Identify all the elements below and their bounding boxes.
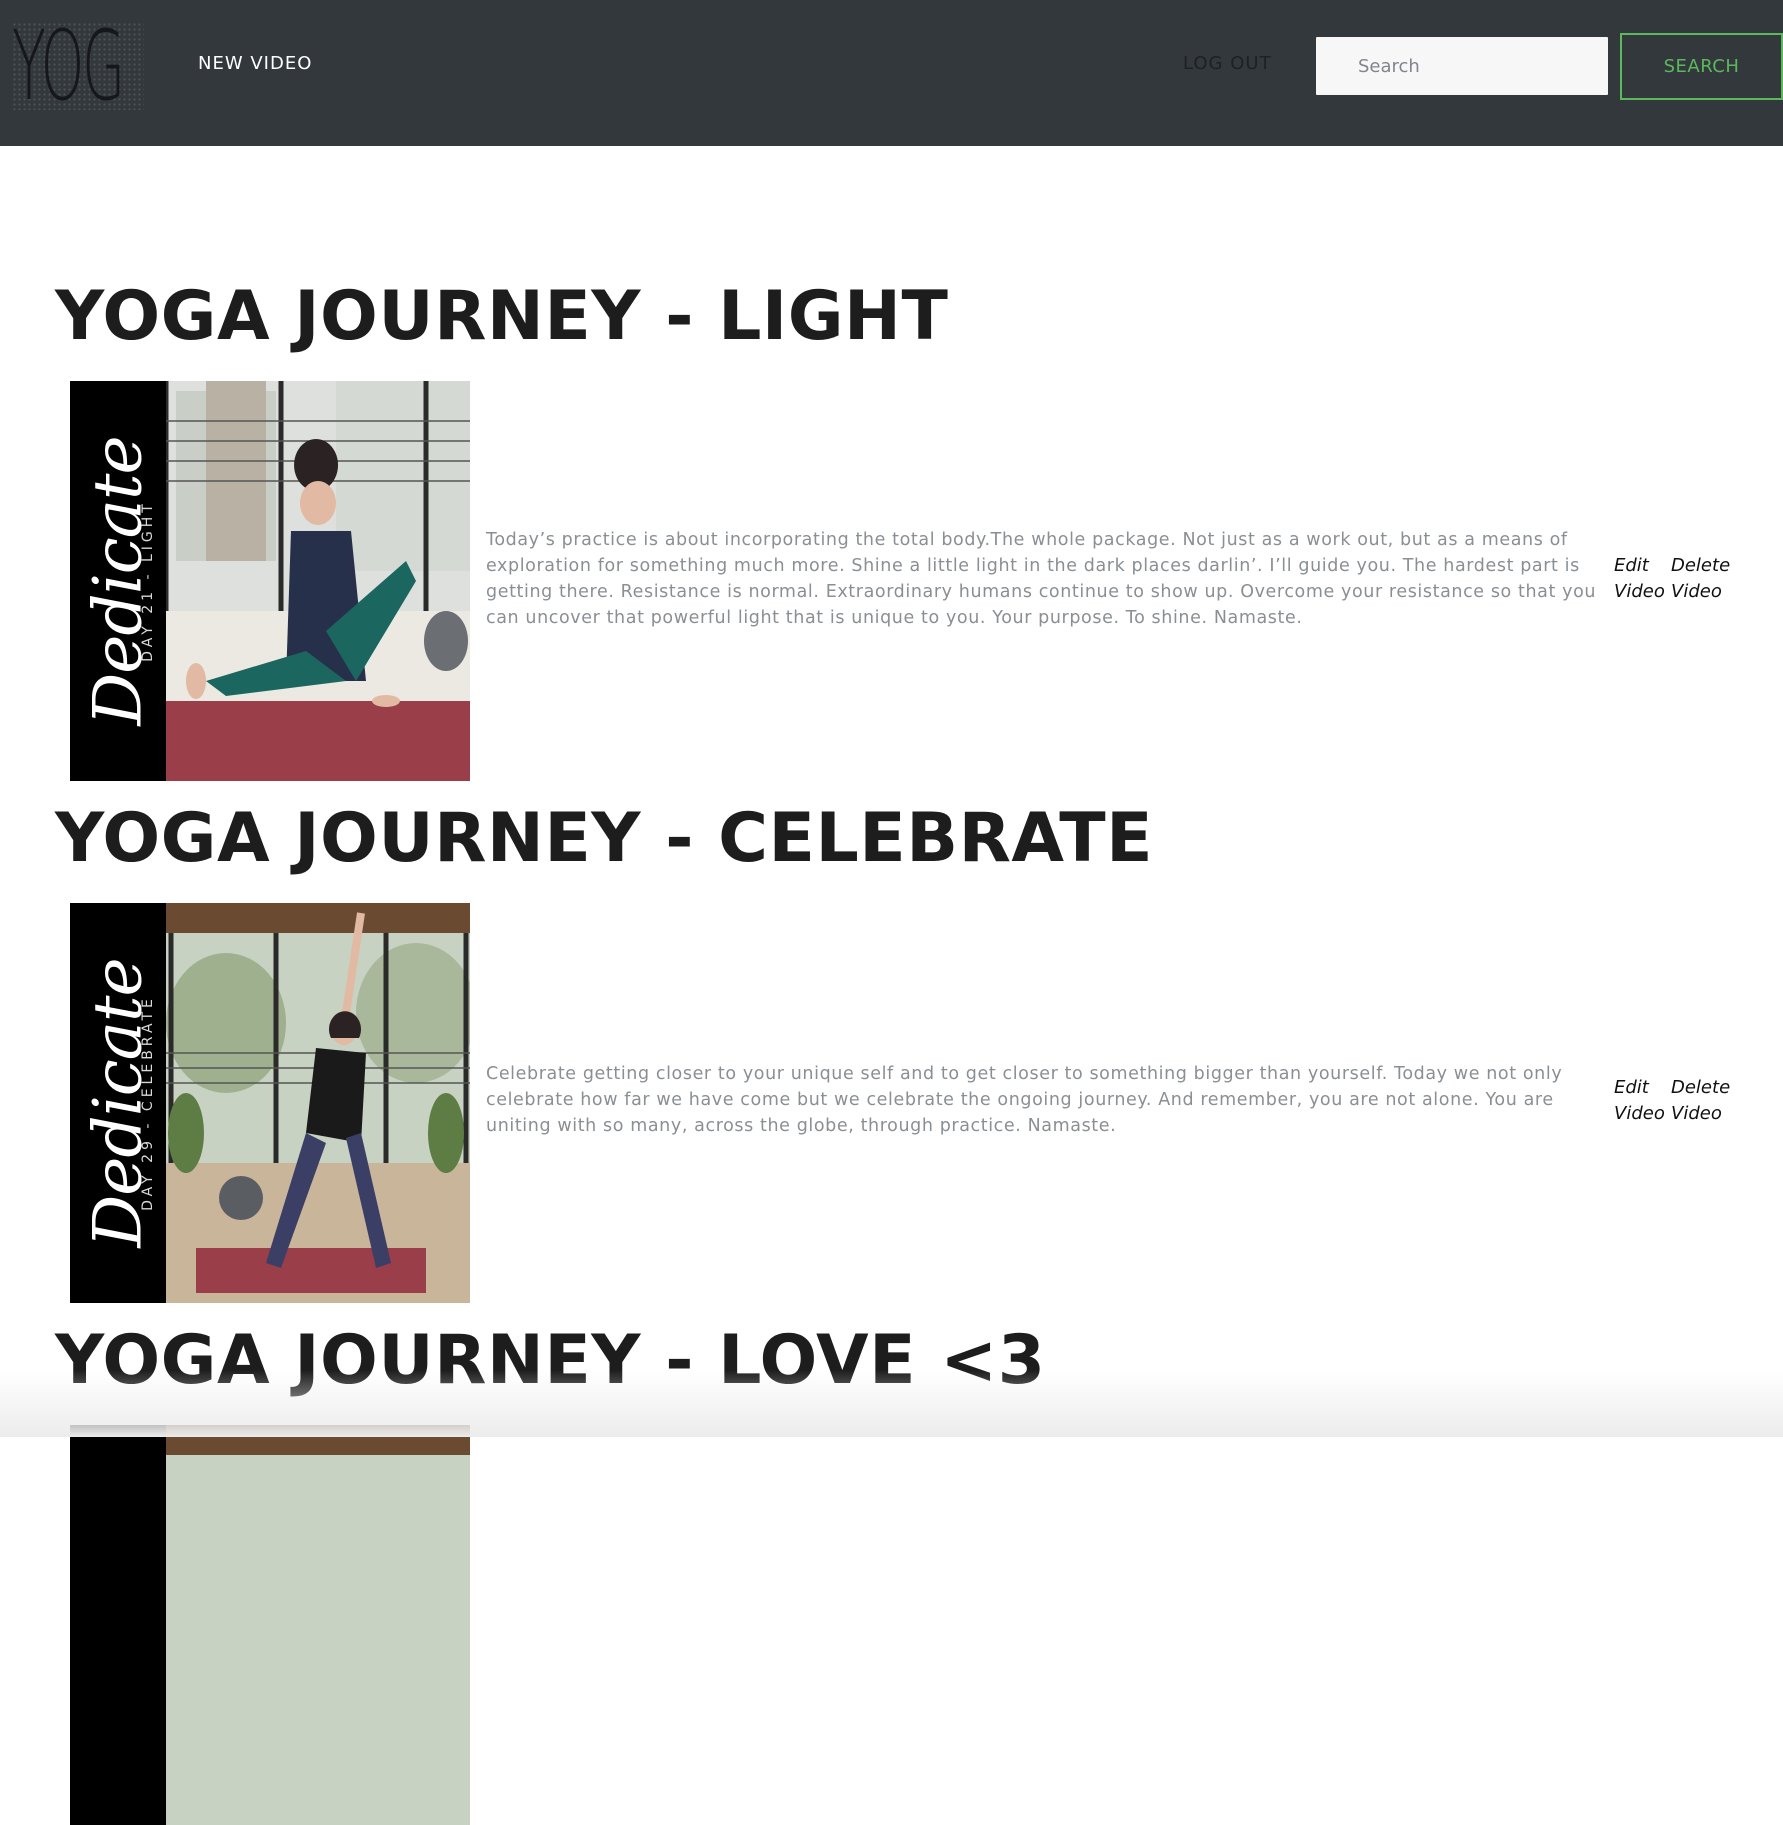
logo-text: YOG [12,22,125,110]
thumbnail-day-label: DAY 29 - CELEBRATE [140,995,156,1211]
video-title: YOGA JOURNEY - LIGHT [55,277,949,356]
bottom-fade [0,1370,1783,1437]
video-thumbnail[interactable]: Dedicate DAY 21 - LIGHT [70,381,470,781]
edit-video-link[interactable]: Edit Video [1614,1075,1676,1127]
thumbnail-day-label: DAY 21 - LIGHT [140,500,156,662]
video-description: Celebrate getting closer to your unique … [486,1064,1563,1136]
yoga-scene-image [166,381,470,781]
video-thumbnail[interactable] [70,1425,470,1825]
video-description: Today’s practice is about incorporating … [486,530,1597,628]
search-button[interactable]: SEARCH [1620,33,1783,100]
search-input[interactable] [1316,37,1608,95]
delete-video-link[interactable]: Delete Video [1671,1075,1733,1127]
video-title: YOGA JOURNEY - CELEBRATE [55,799,1154,878]
site-logo[interactable]: YOG [12,22,144,110]
thumbnail-banner: Dedicate DAY 29 - CELEBRATE [70,903,166,1303]
video-thumbnail[interactable]: Dedicate DAY 29 - CELEBRATE [70,903,470,1303]
thumbnail-banner [70,1425,166,1825]
top-navbar: YOG NEW VIDEO LOG OUT SEARCH [0,0,1783,146]
delete-video-link[interactable]: Delete Video [1671,553,1733,605]
new-video-link[interactable]: NEW VIDEO [198,52,312,76]
yoga-scene-image [166,903,470,1303]
logout-link[interactable]: LOG OUT [1183,52,1272,76]
edit-video-link[interactable]: Edit Video [1614,553,1676,605]
thumbnail-banner: Dedicate DAY 21 - LIGHT [70,381,166,781]
yoga-scene-image [166,1425,470,1825]
